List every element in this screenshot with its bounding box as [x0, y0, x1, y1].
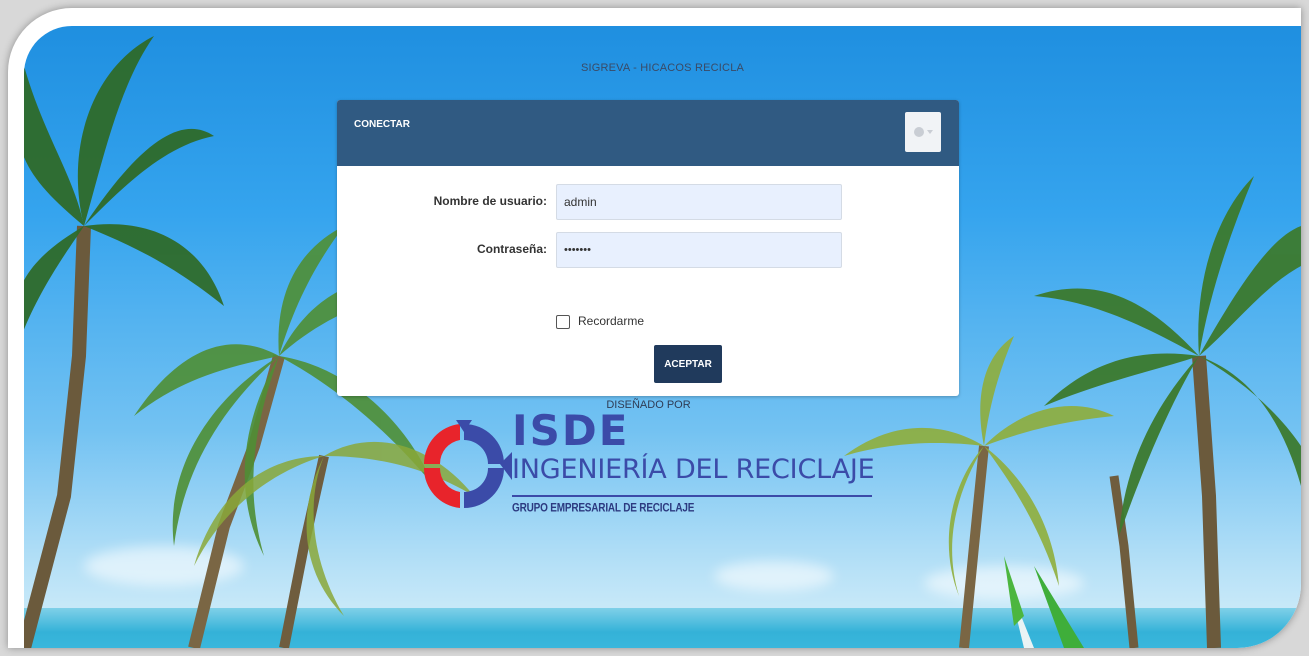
username-input[interactable]: admin [556, 184, 842, 220]
logo-divider [512, 495, 872, 497]
password-label: Contraseña: [476, 242, 547, 256]
accept-button[interactable]: ACEPTAR [654, 345, 722, 383]
username-row: Nombre de usuario: admin [337, 184, 959, 220]
username-label: Nombre de usuario: [433, 194, 547, 208]
remember-me-label: Recordarme [578, 314, 645, 328]
isde-logo: ISDE INGENIERÍA DEL RECICLAJE GRUPO EMPR… [416, 406, 896, 530]
password-row: Contraseña: ••••••• [337, 232, 959, 268]
language-selector-button[interactable] [905, 112, 941, 152]
screenshot-frame: SIGREVA - HICACOS RECICLA CONECTAR Nombr… [8, 8, 1301, 648]
remember-me-checkbox[interactable] [556, 315, 570, 329]
login-panel-title: CONECTAR [354, 119, 410, 130]
globe-icon [913, 127, 924, 137]
chevron-down-icon [926, 130, 933, 134]
logo-subtitle: GRUPO EMPRESARIAL DE RECICLAJE [512, 502, 695, 516]
logo-tagline: INGENIERÍA DEL RECICLAJE [512, 454, 875, 485]
remember-me[interactable]: Recordarme [556, 313, 644, 329]
login-panel: CONECTAR Nombre de usuario: admin Contra… [337, 100, 959, 396]
password-input[interactable]: ••••••• [556, 232, 842, 268]
recycle-arrows-icon [423, 420, 512, 508]
logo-name: ISDE [512, 406, 630, 455]
app-title: SIGREVA - HICACOS RECICLA [580, 62, 745, 74]
login-screen: SIGREVA - HICACOS RECICLA CONECTAR Nombr… [24, 26, 1301, 648]
login-panel-header: CONECTAR [337, 100, 959, 166]
